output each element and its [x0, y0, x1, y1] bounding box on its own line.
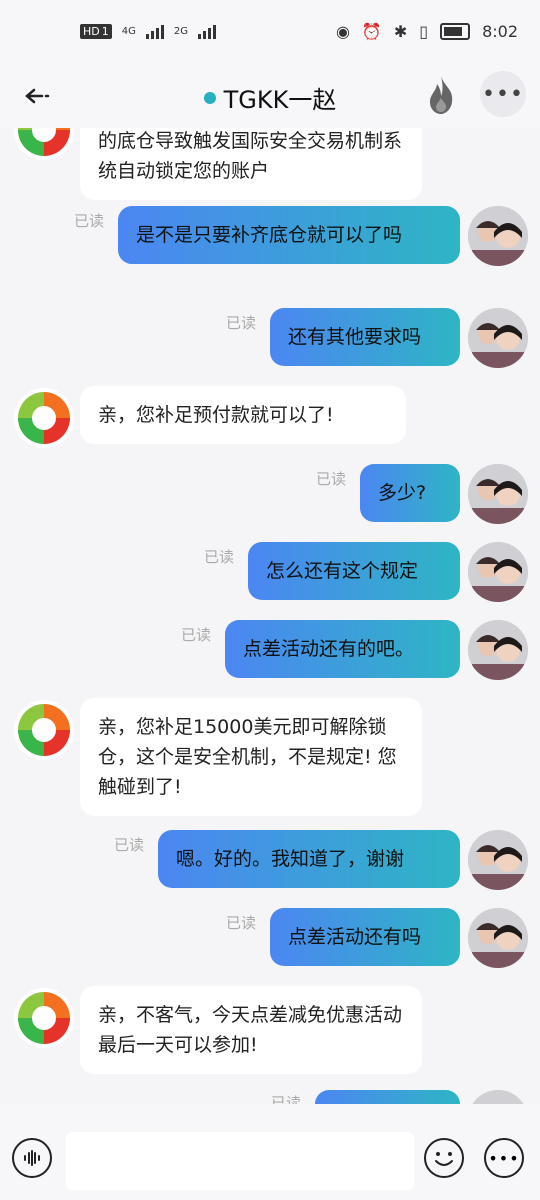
avatar[interactable]	[468, 542, 528, 602]
net2-label: 2G	[173, 26, 188, 37]
alarm-icon: ⏰	[361, 22, 382, 41]
read-receipt: 已读	[204, 548, 235, 566]
hd-badge: HD 1	[80, 24, 112, 39]
read-receipt: 已读	[181, 626, 212, 644]
signal-icon-2	[198, 24, 216, 39]
user-avatar-icon	[468, 542, 528, 602]
user-avatar-icon	[468, 308, 528, 368]
message-bubble: 还有其他要求吗	[270, 308, 460, 366]
sender-logo-icon	[14, 988, 74, 1048]
sender-logo-icon	[14, 128, 74, 160]
network-indicators: HD 1 4G 2G	[80, 24, 216, 39]
message-bubble: 是不是只要补齐底仓就可以了吗	[118, 206, 460, 264]
flame-icon	[430, 76, 453, 114]
eye-icon: ◉	[335, 22, 350, 41]
read-receipt: 已读	[316, 470, 347, 488]
message-bubble: 亲，您补足预付款就可以了!	[80, 386, 406, 444]
flame-button[interactable]	[424, 74, 458, 116]
message-bubble: 的底仓导致触发国际安全交易机制系统自动锁定您的账户	[80, 128, 422, 200]
more-icon: •••	[482, 81, 524, 107]
online-status-dot	[203, 92, 216, 104]
read-receipt: 已读	[271, 1094, 302, 1104]
avatar[interactable]	[468, 308, 528, 368]
message-bubble	[315, 1090, 460, 1104]
user-avatar-icon	[468, 464, 528, 524]
system-icons: ◉ ⏰ ✱ ▯ 8:02	[336, 22, 518, 41]
message-bubble: 怎么还有这个规定	[248, 542, 460, 600]
avatar[interactable]	[468, 1090, 528, 1104]
read-receipt: 已读	[226, 914, 257, 932]
status-bar: HD 1 4G 2G ◉ ⏰ ✱ ▯ 8:02	[0, 0, 540, 68]
more-options-icon: •••	[488, 1148, 520, 1168]
more-button[interactable]: •••	[480, 71, 526, 117]
user-avatar-icon	[468, 620, 528, 680]
signal-icon	[145, 24, 164, 39]
read-receipt: 已读	[114, 836, 145, 854]
emoji-button[interactable]	[424, 1138, 464, 1178]
battery-icon	[440, 23, 471, 40]
read-receipt: 已读	[226, 314, 257, 332]
message-list[interactable]: 的底仓导致触发国际安全交易机制系统自动锁定您的账户 已读 是不是只要补齐底仓就可…	[0, 128, 540, 1104]
contact-name: TGKK一赵	[223, 86, 337, 114]
sender-logo-icon	[14, 388, 74, 448]
smiley-icon	[435, 1152, 453, 1166]
avatar[interactable]	[468, 206, 528, 266]
avatar[interactable]	[468, 908, 528, 968]
message-bubble: 亲，您补足15000美元即可解除锁仓，这个是安全机制，不是规定! 您触碰到了!	[80, 698, 422, 816]
user-avatar-icon	[468, 1090, 528, 1104]
message-bubble: 嗯。好的。我知道了，谢谢	[158, 830, 460, 888]
avatar[interactable]	[468, 830, 528, 890]
avatar[interactable]	[468, 464, 528, 524]
message-bubble: 多少?	[360, 464, 460, 522]
user-avatar-icon	[468, 206, 528, 266]
chat-title: TGKK一赵	[0, 80, 540, 115]
avatar[interactable]	[468, 620, 528, 680]
message-bubble: 点差活动还有的吧。	[225, 620, 460, 678]
message-bubble: 点差活动还有吗	[270, 908, 460, 966]
bluetooth-icon: ✱	[393, 22, 408, 41]
voice-button[interactable]	[12, 1138, 52, 1178]
clock: 8:02	[482, 22, 518, 41]
voice-wave-icon	[24, 1150, 40, 1166]
chat-header: TGKK一赵 •••	[0, 68, 540, 128]
message-bubble: 亲，不客气，今天点差减免优惠活动最后一天可以参加!	[80, 986, 422, 1074]
user-avatar-icon	[468, 830, 528, 890]
input-bar: •••	[0, 1104, 540, 1200]
more-options-button[interactable]: •••	[484, 1138, 524, 1178]
read-receipt: 已读	[74, 212, 105, 230]
message-input[interactable]	[66, 1132, 414, 1190]
sender-logo-icon	[14, 700, 74, 760]
net1-label: 4G	[121, 26, 136, 37]
user-avatar-icon	[468, 908, 528, 968]
vibrate-icon: ▯	[419, 22, 429, 41]
